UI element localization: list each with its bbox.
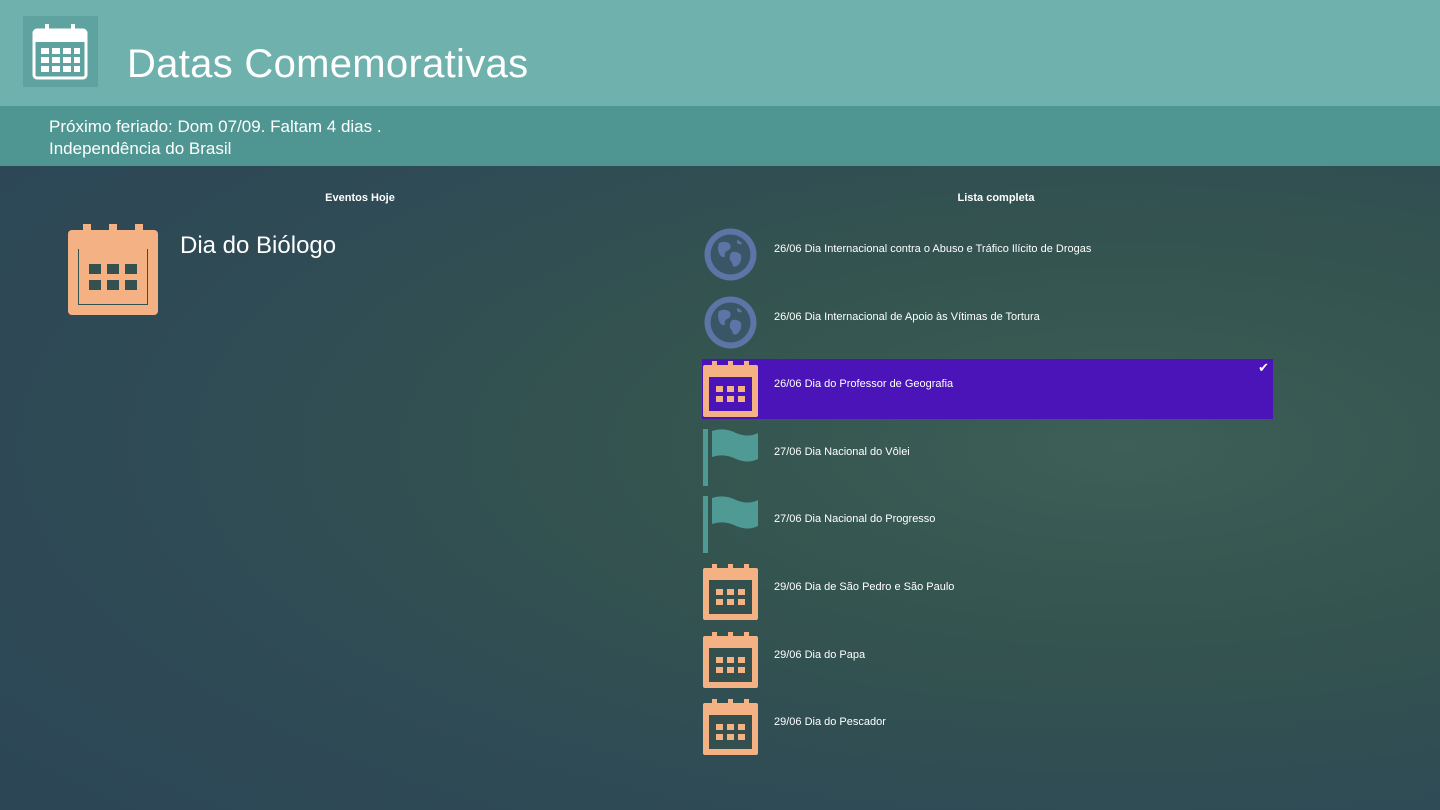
app-logo — [23, 16, 98, 87]
event-list-item[interactable]: 29/06 Dia do Papa — [702, 630, 1273, 690]
event-list-item-label: 29/06 Dia do Pescador — [774, 716, 886, 729]
checkmark-icon: ✔ — [1258, 361, 1269, 377]
event-list-item-label: 27/06 Dia Nacional do Progresso — [774, 513, 936, 526]
event-list-item[interactable]: 26/06 Dia Internacional contra o Abuso e… — [702, 224, 1273, 284]
calendar-icon — [68, 224, 158, 315]
event-list: 26/06 Dia Internacional contra o Abuso e… — [702, 224, 1273, 765]
list-section-header: Lista completa — [957, 192, 1035, 204]
calendar-icon — [702, 563, 759, 621]
event-list-item-label: 26/06 Dia do Professor de Geografia — [774, 378, 954, 391]
next-holiday-date: Próximo feriado: Dom 07/09. Faltam 4 dia… — [49, 117, 382, 136]
event-list-item[interactable]: 26/06 Dia do Professor de Geografia ✔ — [702, 359, 1273, 420]
event-list-item[interactable]: 26/06 Dia Internacional de Apoio às Víti… — [702, 292, 1273, 352]
calendar-icon — [32, 24, 88, 80]
calendar-icon — [702, 699, 759, 756]
event-list-item-label: 29/06 Dia de São Pedro e São Paulo — [774, 580, 955, 593]
today-section-header: Eventos Hoje — [325, 192, 395, 204]
calendar-icon — [702, 631, 759, 689]
flag-icon — [702, 496, 759, 554]
app-title: Datas Comemorativas — [127, 42, 529, 86]
event-list-item[interactable]: 27/06 Dia Nacional do Vôlei — [702, 427, 1273, 487]
calendar-icon — [702, 361, 759, 418]
globe-icon — [702, 226, 759, 283]
event-list-item-label: 29/06 Dia do Papa — [774, 648, 866, 661]
flag-icon — [702, 428, 759, 486]
today-event-title: Dia do Biólogo — [180, 232, 337, 259]
event-list-item[interactable]: 29/06 Dia do Pescador — [702, 697, 1273, 757]
today-event-card[interactable]: Dia do Biólogo — [67, 224, 467, 319]
event-list-item[interactable]: 29/06 Dia de São Pedro e São Paulo — [702, 562, 1273, 622]
event-list-item-label: 26/06 Dia Internacional de Apoio às Víti… — [774, 310, 1040, 323]
next-holiday-name: Independência do Brasil — [49, 139, 232, 158]
event-list-item-label: 26/06 Dia Internacional contra o Abuso e… — [774, 243, 1092, 255]
globe-icon — [702, 294, 759, 351]
event-list-item-label: 27/06 Dia Nacional do Vôlei — [774, 445, 910, 458]
event-list-item[interactable]: 27/06 Dia Nacional do Progresso — [702, 494, 1273, 554]
